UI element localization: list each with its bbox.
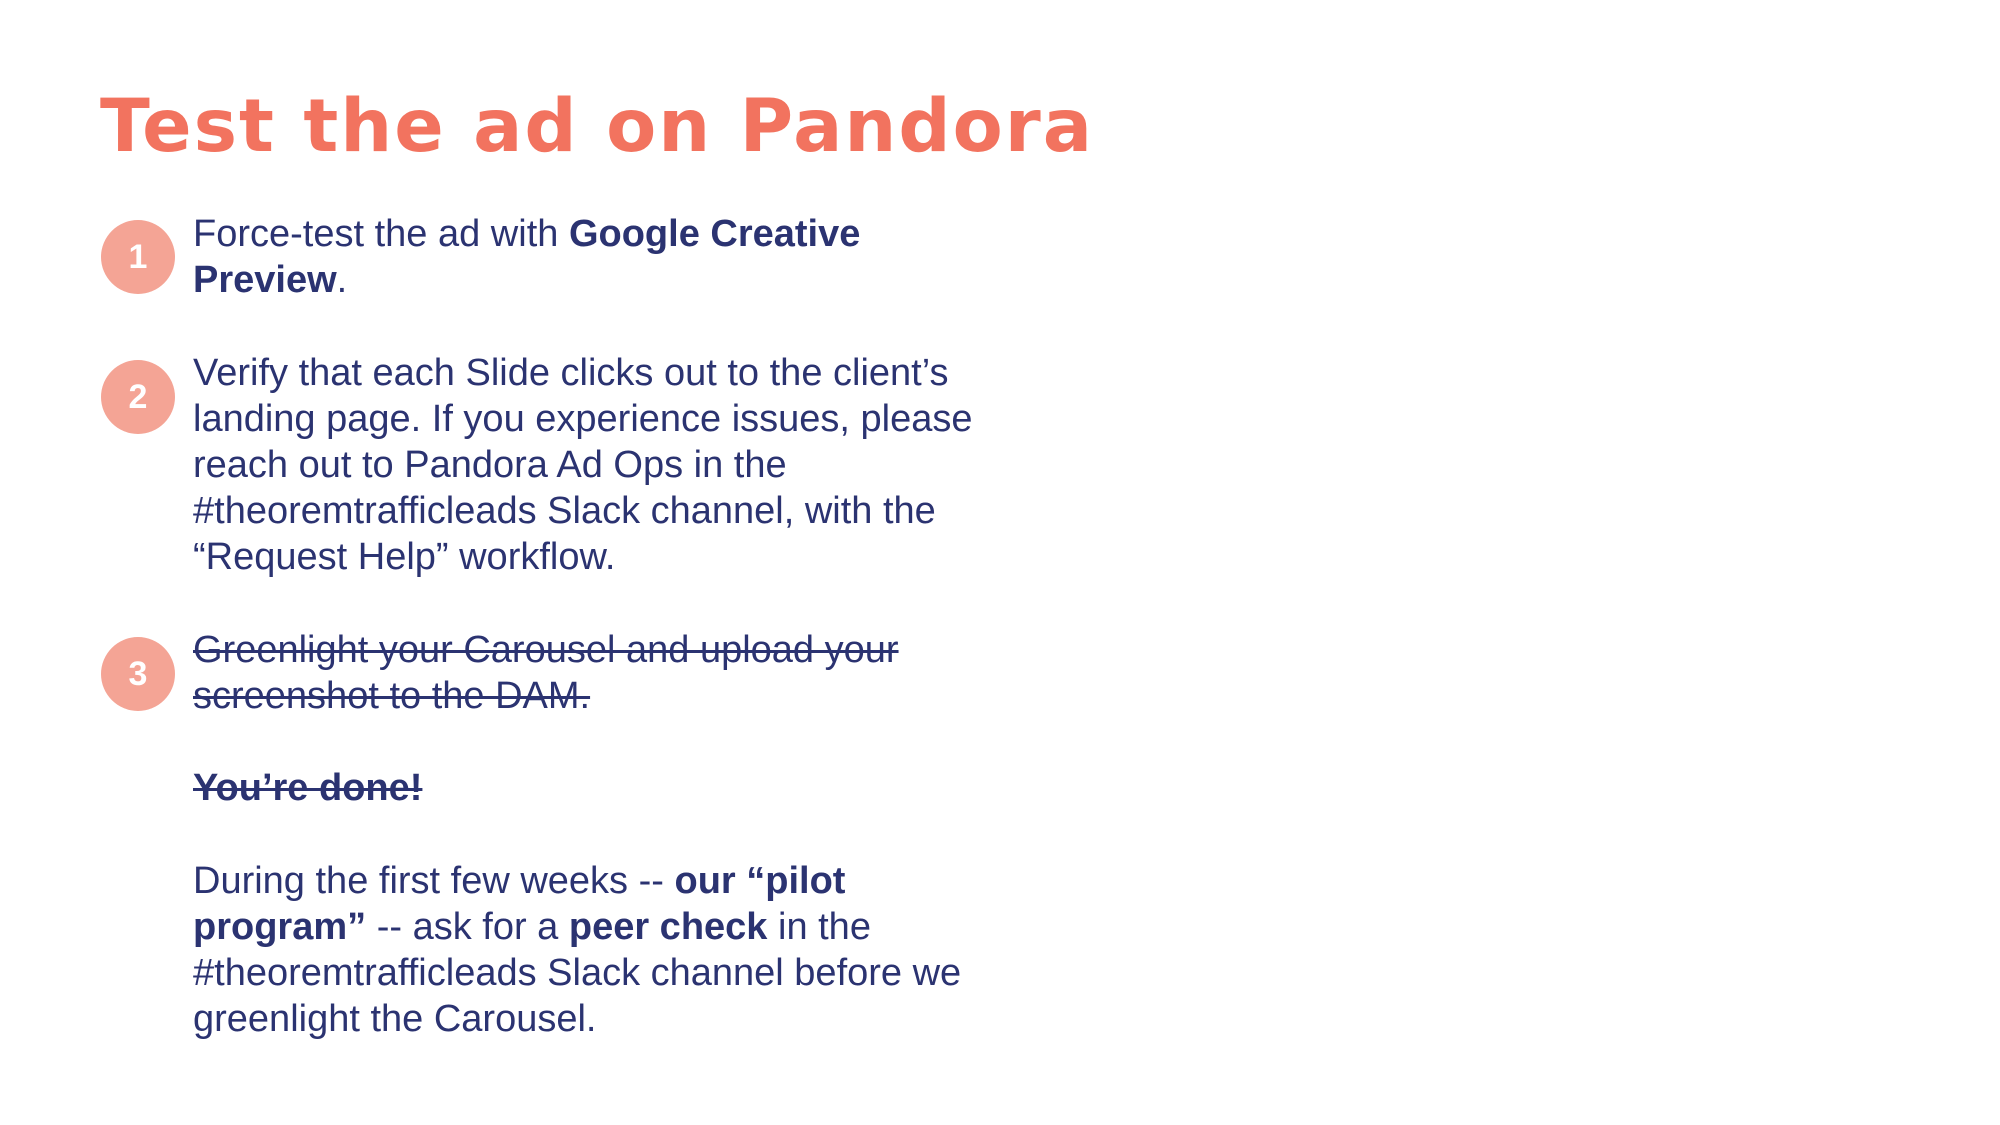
step-2-text: Verify that each Slide clicks out to the… (193, 352, 973, 578)
peer-check-label: peer check (568, 906, 768, 948)
note-text-a: During the first few weeks -- (193, 860, 675, 902)
pilot-program-note: During the first few weeks -- our “pilot… (193, 858, 983, 1042)
step-3-text: Greenlight your Carousel and upload your… (193, 629, 899, 717)
step-1-badge: 1 (101, 220, 175, 294)
note-text-b: -- ask for a (366, 906, 569, 948)
step-2-badge: 2 (101, 360, 175, 434)
page-title: Test the ad on Pandora (100, 84, 1095, 169)
step-1-text-a: Force-test the ad with (193, 213, 569, 255)
step-1-text: Force-test the ad with Google Creative P… (193, 211, 983, 303)
step-3-badge: 3 (101, 637, 175, 711)
step-1-text-b: . (336, 259, 348, 301)
done-text: You’re done! (193, 767, 423, 809)
